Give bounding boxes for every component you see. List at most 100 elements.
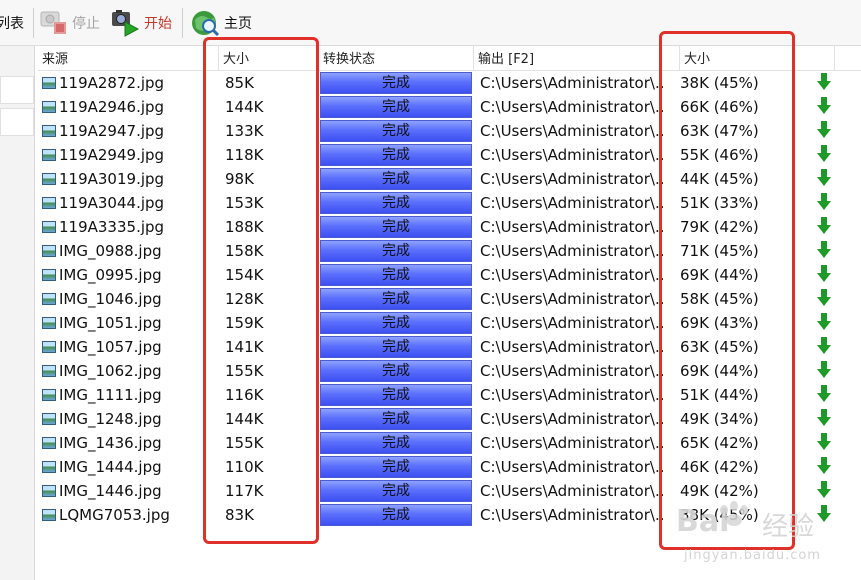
image-file-icon [42,341,56,353]
download-arrow-icon [817,217,831,235]
download-arrow-icon [817,121,831,139]
cell-output-path[interactable]: C:\Users\Administrator\... [480,455,664,479]
cell-status: 完成 [382,459,410,475]
image-file-icon [42,437,56,449]
download-arrow-icon [817,145,831,163]
cell-status: 完成 [382,339,410,355]
cell-status: 完成 [382,171,410,187]
home-label: 主页 [224,16,252,32]
image-file-icon [42,125,56,137]
image-file-icon [42,173,56,185]
download-arrow-icon [817,73,831,91]
cell-output-path[interactable]: C:\Users\Administrator\... [480,191,664,215]
start-button[interactable]: 开始 [110,0,172,46]
cell-status: 完成 [382,387,410,403]
image-file-icon [42,317,56,329]
cell-output-path[interactable]: C:\Users\Administrator\... [480,167,664,191]
cell-output-path[interactable]: C:\Users\Administrator\... [480,71,664,95]
cell-status: 完成 [382,75,410,91]
cell-source-name: IMG_1111.jpg [59,386,162,404]
image-file-icon [42,389,56,401]
image-file-icon [42,245,56,257]
image-file-icon [42,365,56,377]
side-panel [0,46,35,580]
column-header-extra[interactable] [835,46,861,71]
cell-source-name: 119A3019.jpg [59,170,165,188]
list-button-partial[interactable]: 列表 [0,0,24,46]
download-arrow-icon [817,505,831,523]
cell-output-path[interactable]: C:\Users\Administrator\... [480,479,664,503]
download-arrow-icon [817,457,831,475]
download-arrow-icon [817,481,831,499]
highlight-output-size-column [659,31,795,550]
cell-status: 完成 [382,291,410,307]
cell-status: 完成 [382,411,410,427]
cell-output-path[interactable]: C:\Users\Administrator\... [480,359,664,383]
cell-source-name: IMG_0995.jpg [59,266,162,284]
image-file-icon [42,509,56,521]
cell-status: 完成 [382,99,410,115]
cell-source-name: IMG_1057.jpg [59,338,162,356]
cell-status: 完成 [382,267,410,283]
cell-source-name: IMG_1046.jpg [59,290,162,308]
cell-output-path[interactable]: C:\Users\Administrator\... [480,335,664,359]
cell-output-path[interactable]: C:\Users\Administrator\... [480,95,664,119]
download-arrow-icon [817,169,831,187]
cell-output-path[interactable]: C:\Users\Administrator\... [480,119,664,143]
download-arrow-icon [817,241,831,259]
cell-output-path[interactable]: C:\Users\Administrator\... [480,287,664,311]
cell-source-name: IMG_1444.jpg [59,458,162,476]
cell-source-name: IMG_1436.jpg [59,434,162,452]
side-panel-item[interactable] [0,108,34,136]
image-file-icon [42,197,56,209]
column-header-status[interactable]: 转换状态 [319,46,474,71]
cell-status: 完成 [382,219,410,235]
cell-status: 完成 [382,483,410,499]
stop-icon [38,8,68,38]
highlight-size-column [203,37,319,544]
cell-status: 完成 [382,363,410,379]
cell-source-name: 119A2949.jpg [59,146,165,164]
image-file-icon [42,77,56,89]
cell-output-path[interactable]: C:\Users\Administrator\... [480,215,664,239]
download-arrow-icon [817,313,831,331]
cell-source-name: 119A3044.jpg [59,194,165,212]
image-file-icon [42,149,56,161]
cell-output-path[interactable]: C:\Users\Administrator\... [480,503,664,527]
column-header-source[interactable]: 来源 [38,46,219,71]
start-label: 开始 [144,16,172,32]
cell-source-name: IMG_1051.jpg [59,314,162,332]
cell-source-name: LQMG7053.jpg [59,506,170,524]
cell-output-path[interactable]: C:\Users\Administrator\... [480,383,664,407]
cell-status: 完成 [382,435,410,451]
image-file-icon [42,461,56,473]
home-globe-icon [190,8,220,38]
cell-status: 完成 [382,243,410,259]
column-header-output[interactable]: 输出 [F2] [474,46,680,71]
image-file-icon [42,293,56,305]
cell-source-name: 119A2872.jpg [59,74,165,92]
cell-source-name: IMG_1446.jpg [59,482,162,500]
stop-button[interactable]: 停止 [38,0,100,46]
cell-output-path[interactable]: C:\Users\Administrator\... [480,407,664,431]
side-panel-item[interactable] [0,76,34,104]
cell-status: 完成 [382,315,410,331]
toolbar-separator [33,8,34,38]
download-arrow-icon [817,385,831,403]
image-file-icon [42,101,56,113]
image-file-icon [42,269,56,281]
cell-source-name: 119A3335.jpg [59,218,165,236]
download-arrow-icon [817,409,831,427]
cell-output-path[interactable]: C:\Users\Administrator\... [480,263,664,287]
download-arrow-icon [817,361,831,379]
cell-source-name: 119A2946.jpg [59,98,165,116]
cell-output-path[interactable]: C:\Users\Administrator\... [480,431,664,455]
cell-output-path[interactable]: C:\Users\Administrator\... [480,143,664,167]
image-file-icon [42,485,56,497]
cell-output-path[interactable]: C:\Users\Administrator\... [480,239,664,263]
download-arrow-icon [817,289,831,307]
download-arrow-icon [817,265,831,283]
cell-output-path[interactable]: C:\Users\Administrator\... [480,311,664,335]
cell-source-name: IMG_1062.jpg [59,362,162,380]
start-icon [110,8,140,38]
